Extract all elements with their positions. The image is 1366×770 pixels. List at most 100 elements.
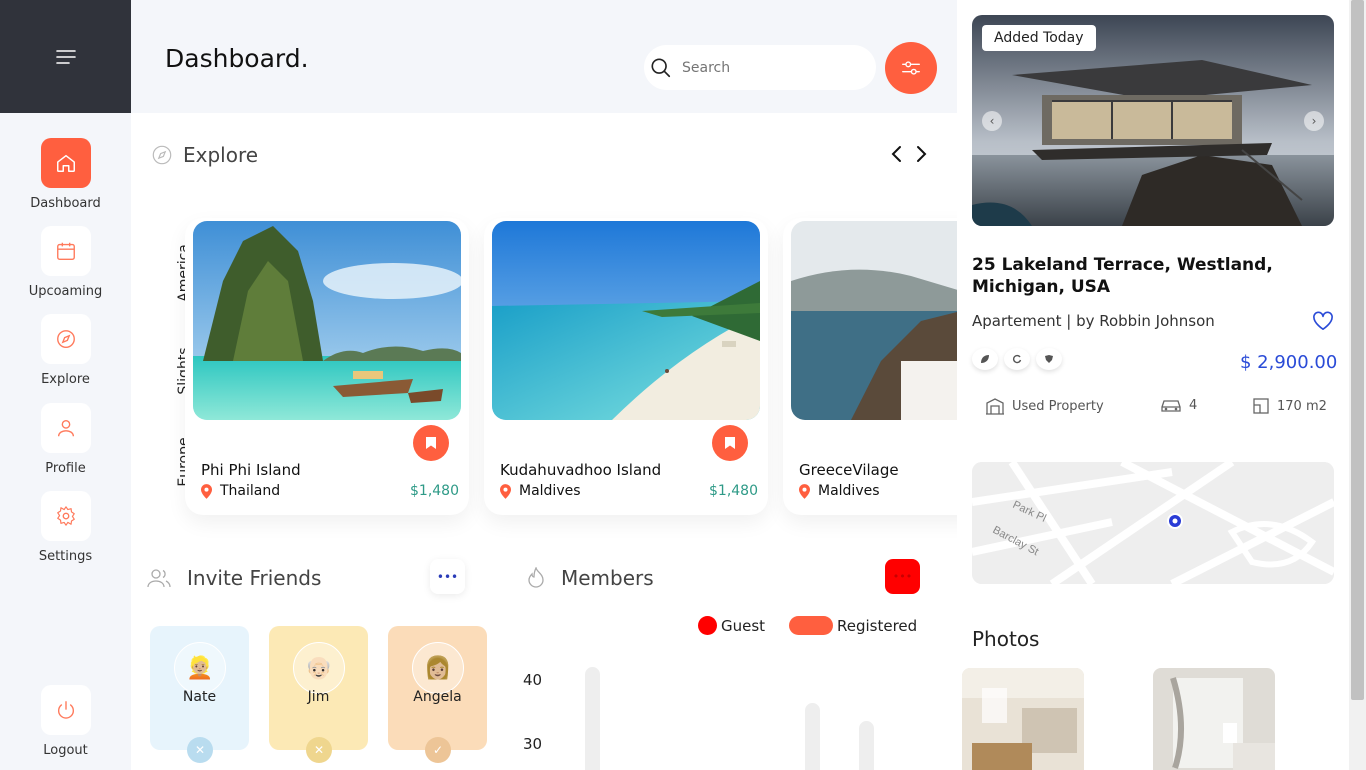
compass-icon <box>152 145 172 165</box>
search-bar[interactable] <box>644 45 876 90</box>
friend-card[interactable]: 👴🏻 Jim ✕ <box>269 626 368 763</box>
logout-label: Logout <box>43 743 88 758</box>
chevron-left-icon[interactable] <box>890 145 904 163</box>
property-subtitle: Apartement | by Robbin Johnson <box>972 312 1215 330</box>
bookmark-button[interactable] <box>413 425 449 461</box>
sidebar-item-dashboard[interactable]: Dashboard <box>0 138 131 211</box>
sidebar-item-upcoaming[interactable]: Upcoaming <box>0 226 131 299</box>
added-today-badge: Added Today <box>982 25 1096 51</box>
feature-label: 4 <box>1189 397 1198 413</box>
scrollbar[interactable] <box>1349 0 1366 770</box>
gear-icon <box>56 506 75 526</box>
main-header: Dashboard. <box>131 0 957 113</box>
destination-card[interactable]: Phi Phi Island Thailand $1,480 <box>185 218 469 515</box>
image-prev-button[interactable]: ‹ <box>982 111 1002 131</box>
accept-button[interactable]: ✓ <box>425 737 451 763</box>
main-content: Explore America Slights Europe Phi Phi I… <box>131 113 957 770</box>
chevron-right-icon[interactable] <box>914 145 928 163</box>
sidebar-item-profile[interactable]: Profile <box>0 403 131 476</box>
friend-name: Angela <box>413 689 462 705</box>
feature-label: Used Property <box>1012 398 1104 414</box>
reject-button[interactable]: ✕ <box>187 737 213 763</box>
chart-bar <box>859 721 874 770</box>
location-label: Maldives <box>818 483 880 499</box>
user-icon <box>57 419 74 437</box>
users-icon <box>147 569 171 588</box>
friend-card[interactable]: 👩🏼 Angela ✓ <box>388 626 487 763</box>
scrollbar-thumb[interactable] <box>1351 0 1364 700</box>
destination-location: Maldives <box>799 483 880 499</box>
area-icon <box>1253 398 1269 414</box>
profile-button[interactable] <box>40 403 91 453</box>
location-label: Maldives <box>519 483 581 499</box>
sidebar-item-label: Profile <box>45 461 86 476</box>
reject-button[interactable]: ✕ <box>306 737 332 763</box>
avatar: 👩🏼 <box>412 642 464 694</box>
dashboard-button[interactable] <box>40 138 91 188</box>
page-title: Dashboard. <box>165 44 309 73</box>
sidebar-item-label: Upcoaming <box>28 284 103 299</box>
legend-label: Guest <box>721 616 766 635</box>
friend-card[interactable]: 👱🏼 Nate ✕ <box>150 626 249 763</box>
invite-friends-title: Invite Friends <box>187 566 322 590</box>
bookmark-button[interactable] <box>712 425 748 461</box>
sidebar-item-label: Settings <box>38 549 93 564</box>
property-price: $ 2,900.00 <box>1240 352 1338 373</box>
menu-toggle[interactable] <box>0 0 131 113</box>
building-icon <box>986 398 1004 415</box>
destination-location: Thailand <box>201 483 280 499</box>
sidebar-item-settings[interactable]: Settings <box>0 491 131 564</box>
members-more-button[interactable]: ••• <box>885 559 920 594</box>
feature-parking: 4 <box>1160 397 1197 413</box>
invite-friends-header: Invite Friends <box>147 566 321 590</box>
location-label: Thailand <box>220 483 281 499</box>
friend-name: Nate <box>182 689 217 705</box>
photos-title: Photos <box>972 627 1040 651</box>
hamburger-icon <box>55 49 76 64</box>
explore-title: Explore <box>183 143 259 167</box>
sidebar-item-label: Dashboard <box>30 196 101 211</box>
filter-button[interactable] <box>885 42 937 94</box>
carousel-arrows <box>890 145 928 163</box>
explore-button[interactable] <box>40 314 91 364</box>
bookmark-icon <box>725 437 735 449</box>
shield-icon <box>1036 348 1062 370</box>
amenity-icons <box>972 348 1062 370</box>
sliders-icon <box>902 61 920 75</box>
destination-location: Maldives <box>500 483 581 499</box>
avatar: 👱🏼 <box>174 642 226 694</box>
settings-button[interactable] <box>40 491 91 541</box>
compass-icon <box>56 330 75 348</box>
image-next-button[interactable]: › <box>1304 111 1324 131</box>
logout-button[interactable] <box>40 685 91 735</box>
heart-icon[interactable] <box>1312 311 1334 331</box>
flame-icon <box>528 567 544 588</box>
property-image: Added Today ‹ › <box>972 15 1334 226</box>
destination-image <box>193 221 461 420</box>
property-photo[interactable] <box>962 668 1084 770</box>
destination-card[interactable]: Kudahuvadhoo Island Maldives $1,480 <box>484 218 768 515</box>
destination-image <box>492 221 760 420</box>
property-panel: Added Today ‹ › 25 Lakeland Terrace, Wes… <box>957 0 1349 770</box>
location-map[interactable]: Park Pl Barclay St <box>972 462 1334 584</box>
avatar: 👴🏻 <box>293 642 345 694</box>
chart-bar <box>805 703 820 770</box>
property-photo[interactable] <box>1153 668 1275 770</box>
friends-more-button[interactable]: ••• <box>430 559 465 594</box>
home-icon <box>56 154 75 172</box>
destination-card[interactable]: GreeceVilage Maldives <box>783 218 957 515</box>
legend-registered: Registered <box>789 616 917 635</box>
sidebar-item-explore[interactable]: Explore <box>0 314 131 387</box>
destination-name: GreeceVilage <box>799 461 899 479</box>
legend-swatch <box>698 616 717 635</box>
y-tick-label: 30 <box>523 735 543 753</box>
location-pin-icon <box>799 483 810 499</box>
upcoaming-button[interactable] <box>40 226 91 276</box>
destination-price: $1,480 <box>709 483 758 499</box>
search-input[interactable] <box>682 59 832 76</box>
location-pin-icon <box>500 483 511 499</box>
legend-swatch <box>789 616 833 635</box>
power-icon <box>57 701 74 719</box>
sidebar-item-logout[interactable]: Logout <box>0 685 131 758</box>
y-tick-label: 40 <box>523 671 543 689</box>
